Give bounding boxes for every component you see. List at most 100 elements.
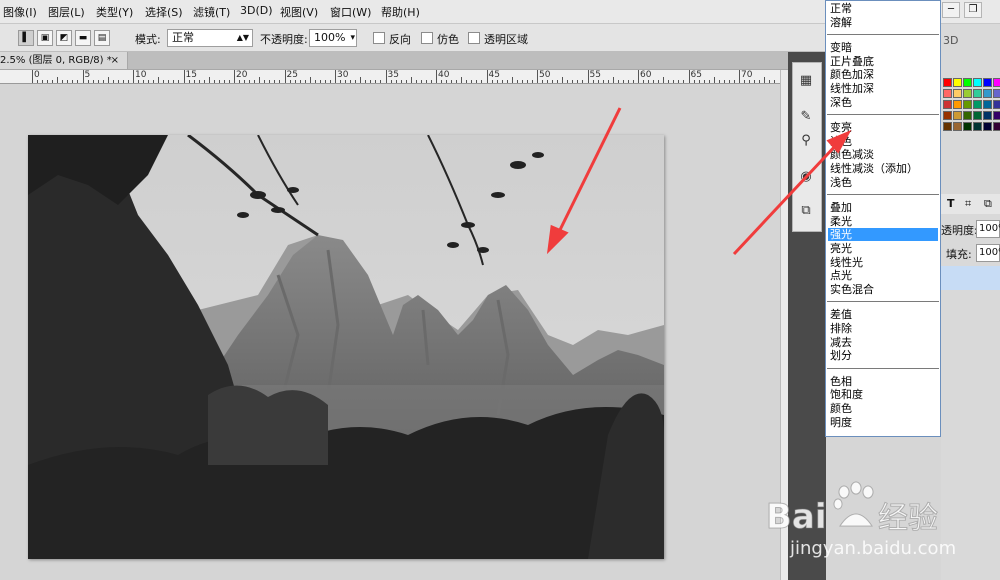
mode-dropdown[interactable]: 正常 ▲▼ bbox=[167, 29, 253, 47]
blend-mode-option[interactable]: 线性光 bbox=[828, 256, 938, 269]
color-swatch[interactable] bbox=[943, 78, 952, 87]
color-swatch[interactable] bbox=[973, 100, 982, 109]
fill-input[interactable]: 100% bbox=[976, 244, 1000, 262]
gradient-radial-icon[interactable]: ▣ bbox=[37, 30, 53, 46]
brush-icon[interactable]: ✎ bbox=[796, 108, 816, 126]
color-swatch[interactable] bbox=[973, 78, 982, 87]
dither-checkbox[interactable] bbox=[421, 32, 433, 44]
brush-presets-icon[interactable]: ⚲ bbox=[796, 132, 816, 150]
blend-mode-option[interactable]: 排除 bbox=[828, 322, 938, 335]
blend-mode-option[interactable]: 颜色减淡 bbox=[828, 148, 938, 161]
color-swatch[interactable] bbox=[973, 89, 982, 98]
opacity-input[interactable]: 100% ▾ bbox=[309, 29, 357, 47]
color-swatch[interactable] bbox=[943, 100, 952, 109]
color-swatch[interactable] bbox=[993, 78, 1000, 87]
type-tool-icon[interactable]: T bbox=[947, 197, 955, 210]
restore-button[interactable]: ❐ bbox=[964, 2, 982, 18]
blend-mode-option[interactable]: 叠加 bbox=[828, 201, 938, 214]
reverse-checkbox[interactable] bbox=[373, 32, 385, 44]
color-swatch[interactable] bbox=[973, 111, 982, 120]
color-swatch[interactable] bbox=[983, 100, 992, 109]
layer-opacity-input[interactable]: 100% bbox=[976, 220, 1000, 238]
ruler-tick bbox=[537, 70, 538, 83]
color-swatch[interactable] bbox=[953, 122, 962, 131]
minimize-button[interactable]: ─ bbox=[942, 2, 960, 18]
document-tab[interactable]: 2.5% (图层 0, RGB/8) * × bbox=[0, 52, 128, 70]
blend-mode-option[interactable]: 线性减淡（添加） bbox=[828, 162, 938, 175]
color-swatch[interactable] bbox=[953, 89, 962, 98]
menu-filter[interactable]: 滤镜(T) bbox=[193, 4, 230, 20]
color-swatch[interactable] bbox=[943, 89, 952, 98]
menu-3d[interactable]: 3D(D) bbox=[240, 4, 273, 17]
gradient-reflected-icon[interactable]: ▬ bbox=[75, 30, 91, 46]
menu-view[interactable]: 视图(V) bbox=[280, 4, 318, 20]
color-swatch[interactable] bbox=[953, 111, 962, 120]
ruler-tick bbox=[67, 80, 69, 83]
layers-3d-icon[interactable]: ⧉ bbox=[796, 202, 816, 220]
color-swatch[interactable] bbox=[963, 89, 972, 98]
ruler-label: 5 bbox=[84, 70, 91, 80]
blend-mode-option[interactable]: 强光 bbox=[828, 228, 938, 242]
color-swatch[interactable] bbox=[993, 89, 1000, 98]
blend-mode-option[interactable]: 变亮 bbox=[828, 121, 938, 134]
blend-mode-option[interactable]: 划分 bbox=[828, 349, 938, 362]
color-swatch[interactable] bbox=[983, 111, 992, 120]
ruler-tick bbox=[501, 80, 503, 83]
color-swatch[interactable] bbox=[963, 100, 972, 109]
blend-mode-option[interactable]: 点光 bbox=[828, 269, 938, 282]
selected-layer-row[interactable] bbox=[941, 266, 1000, 290]
gradient-linear-icon[interactable]: ▌ bbox=[18, 30, 34, 46]
color-swatch[interactable] bbox=[963, 78, 972, 87]
color-swatch[interactable] bbox=[973, 122, 982, 131]
color-swatch[interactable] bbox=[943, 111, 952, 120]
color-swatch[interactable] bbox=[983, 89, 992, 98]
blend-mode-option[interactable]: 色相 bbox=[828, 375, 938, 388]
color-swatch[interactable] bbox=[963, 122, 972, 131]
transform-icon[interactable]: ⌗ bbox=[965, 197, 971, 211]
blend-mode-option[interactable]: 饱和度 bbox=[828, 388, 938, 401]
color-swatch[interactable] bbox=[983, 78, 992, 87]
menu-select[interactable]: 选择(S) bbox=[145, 4, 183, 20]
color-swatch[interactable] bbox=[993, 111, 1000, 120]
menu-image[interactable]: 图像(I) bbox=[3, 4, 37, 20]
menu-help[interactable]: 帮助(H) bbox=[381, 4, 420, 20]
color-swatch[interactable] bbox=[953, 78, 962, 87]
blend-mode-option[interactable]: 深色 bbox=[828, 96, 938, 109]
color-picker-icon[interactable]: ◉ bbox=[796, 168, 816, 186]
blend-mode-option[interactable]: 实色混合 bbox=[828, 283, 938, 296]
color-swatch[interactable] bbox=[993, 100, 1000, 109]
mountain-photo[interactable] bbox=[28, 135, 664, 559]
ruler-tick bbox=[390, 80, 392, 83]
blend-mode-option[interactable]: 差值 bbox=[828, 308, 938, 321]
swatches-panel bbox=[941, 76, 1000, 156]
blend-mode-option[interactable]: 颜色 bbox=[828, 402, 938, 415]
blend-mode-option[interactable]: 浅色 bbox=[828, 176, 938, 189]
blend-mode-option[interactable]: 滤色 bbox=[828, 135, 938, 148]
color-swatch[interactable] bbox=[983, 122, 992, 131]
transparency-checkbox[interactable] bbox=[468, 32, 480, 44]
histogram-icon[interactable]: ▦ bbox=[796, 72, 816, 90]
color-swatch[interactable] bbox=[953, 100, 962, 109]
color-swatch[interactable] bbox=[963, 111, 972, 120]
blend-mode-option[interactable]: 正常 bbox=[828, 2, 938, 15]
blend-mode-option[interactable]: 溶解 bbox=[828, 16, 938, 29]
chevron-down-icon[interactable]: ▾ bbox=[350, 30, 355, 46]
close-icon[interactable]: × bbox=[111, 52, 119, 70]
gradient-angle-icon[interactable]: ◩ bbox=[56, 30, 72, 46]
blend-mode-option[interactable]: 线性加深 bbox=[828, 82, 938, 95]
blend-mode-option[interactable]: 明度 bbox=[828, 416, 938, 429]
gradient-diamond-icon[interactable]: ▤ bbox=[94, 30, 110, 46]
smart-object-icon[interactable]: ⧉ bbox=[984, 197, 992, 211]
color-swatch[interactable] bbox=[943, 122, 952, 131]
blend-mode-option[interactable]: 柔光 bbox=[828, 215, 938, 228]
menu-layer[interactable]: 图层(L) bbox=[48, 4, 85, 20]
menu-type[interactable]: 类型(Y) bbox=[96, 4, 133, 20]
blend-mode-option[interactable]: 颜色加深 bbox=[828, 68, 938, 81]
ruler-tick bbox=[441, 80, 443, 83]
blend-mode-option[interactable]: 亮光 bbox=[828, 242, 938, 255]
blend-mode-option[interactable]: 变暗 bbox=[828, 41, 938, 54]
menu-window[interactable]: 窗口(W) bbox=[330, 4, 371, 20]
blend-mode-option[interactable]: 正片叠底 bbox=[828, 55, 938, 68]
blend-mode-option[interactable]: 减去 bbox=[828, 336, 938, 349]
color-swatch[interactable] bbox=[993, 122, 1000, 131]
